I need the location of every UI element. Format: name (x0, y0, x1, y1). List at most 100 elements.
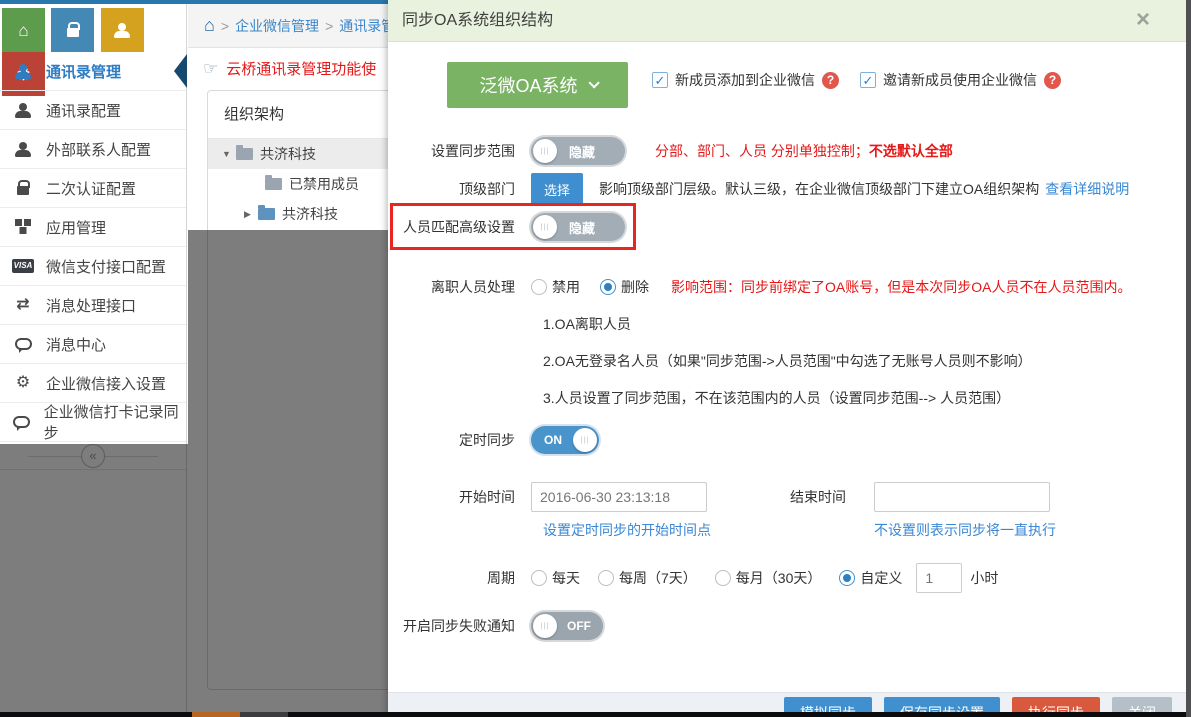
crumb-separator: > (325, 18, 333, 34)
sidebar-item-app-management[interactable]: 应用管理 (0, 208, 186, 247)
fail-notify-label: 开启同步失败通知 (388, 616, 515, 636)
toggle-label: 隐藏 (569, 218, 595, 237)
toggle-knob: ||| (533, 139, 557, 163)
start-time-hint-link[interactable]: 设置定时同步的开始时间点 (543, 520, 711, 540)
sidebar-item-external-contacts[interactable]: 外部联系人配置 (0, 130, 186, 169)
sidebar-item-label: 应用管理 (46, 217, 106, 238)
radio-custom[interactable] (839, 570, 855, 586)
radio-disable-label: 禁用 (552, 277, 580, 297)
home-icon[interactable]: ⌂ (204, 15, 215, 36)
radio-monthly[interactable] (715, 570, 731, 586)
chevron-down-icon (588, 77, 599, 88)
tree-node-root[interactable]: ▼ 共济科技 (208, 139, 400, 169)
end-time-label: 结束时间 (707, 487, 846, 507)
radio-weekly[interactable] (598, 570, 614, 586)
breadcrumb: ⌂ > 企业微信管理 > 通讯录管 (188, 4, 388, 48)
sidebar-item-message-interface[interactable]: ⇄ 消息处理接口 (0, 286, 186, 325)
notice-text[interactable]: 云桥通讯录管理功能使 (226, 58, 376, 79)
start-time-input[interactable] (531, 482, 707, 512)
tree-node-disabled-members[interactable]: 已禁用成员 (208, 169, 400, 199)
home-quick-button[interactable]: ⌂ (2, 8, 45, 52)
sidebar-item-label: 消息中心 (46, 334, 106, 355)
modal-title: 同步OA系统组织结构 (402, 12, 553, 29)
top-dept-select-button[interactable]: 选择 (531, 173, 583, 206)
member-match-row: 人员匹配高级设置 ||| 隐藏 (388, 212, 625, 242)
period-row: 周期 每天 每周（7天） 每月（30天） 自定义 小时 (388, 562, 998, 594)
sync-scope-label: 设置同步范围 (388, 141, 515, 161)
sidebar-item-label: 企业微信接入设置 (46, 373, 166, 394)
sidebar-item-label: 消息处理接口 (46, 295, 136, 316)
top-dept-desc: 影响顶级部门层级。默认三级，在企业微信顶级部门下建立OA组织架构 (599, 179, 1039, 199)
period-option-daily[interactable]: 每天 (531, 568, 580, 588)
period-option-monthly[interactable]: 每月（30天） (715, 568, 822, 588)
taskbar-highlighted-app[interactable] (192, 712, 240, 717)
tree-node-label: 已禁用成员 (289, 174, 359, 194)
custom-period-input[interactable] (916, 563, 962, 593)
sync-scope-row: 设置同步范围 ||| 隐藏 分部、部门、人员 分别单独控制；不选默认全部 (388, 136, 953, 166)
end-time-input[interactable] (874, 482, 1050, 512)
breadcrumb-link-contacts[interactable]: 通讯录管 (339, 16, 388, 36)
time-range-row: 开始时间 结束时间 (388, 481, 1050, 513)
oa-system-label: 泛微OA系统 (479, 72, 577, 98)
users-icon (112, 23, 132, 38)
caret-right-icon[interactable]: ▶ (244, 209, 256, 220)
sidebar-item-label: 通讯录管理 (46, 61, 121, 82)
radio-daily[interactable] (531, 570, 547, 586)
sidebar-item-second-auth[interactable]: 二次认证配置 (0, 169, 186, 208)
comment-icon (13, 416, 30, 428)
sidebar-item-label: 通讯录配置 (46, 100, 121, 121)
sidebar-item-wechat-access-settings[interactable]: ⚙ 企业微信接入设置 (0, 364, 186, 403)
radio-daily-label: 每天 (552, 568, 580, 588)
sidebar-item-punch-record-sync[interactable]: 企业微信打卡记录同步 (0, 403, 186, 442)
sidebar-item-label: 外部联系人配置 (46, 139, 151, 160)
close-icon[interactable]: × (1128, 0, 1158, 42)
lock-quick-button[interactable] (51, 8, 94, 52)
sync-scope-note: 分部、部门、人员 分别单独控制；不选默认全部 (655, 141, 953, 161)
tree-node-label: 共济科技 (282, 204, 338, 224)
period-option-custom[interactable]: 自定义 (839, 568, 902, 588)
radio-delete[interactable] (600, 279, 616, 295)
member-match-toggle[interactable]: ||| 隐藏 (531, 213, 625, 241)
period-option-weekly[interactable]: 每周（7天） (598, 568, 697, 588)
help-icon[interactable]: ? (822, 72, 839, 89)
crumb-separator: > (221, 18, 229, 34)
radio-disable[interactable] (531, 279, 547, 295)
resign-item-text: 1.OA离职人员 (543, 314, 631, 334)
invite-new-member-label: 邀请新成员使用企业微信 (883, 70, 1037, 90)
top-dept-row: 顶级部门 选择 影响顶级部门层级。默认三级，在企业微信顶级部门下建立OA组织架构… (388, 174, 1129, 204)
caret-down-icon[interactable]: ▼ (222, 149, 234, 159)
fail-notify-toggle[interactable]: ||| OFF (531, 612, 603, 640)
sidebar-item-contacts-config[interactable]: 通讯录配置 (0, 91, 186, 130)
timed-sync-row: 定时同步 ON ||| (388, 425, 599, 455)
taskbar-app[interactable] (240, 712, 288, 717)
help-icon[interactable]: ? (1044, 72, 1061, 89)
sidebar-item-contacts-management[interactable]: 通讯录管理 (0, 52, 186, 91)
add-new-member-checkbox-group: ✓ 新成员添加到企业微信 ? (652, 70, 839, 90)
sync-scope-toggle[interactable]: ||| 隐藏 (531, 137, 625, 165)
invite-new-member-checkbox[interactable]: ✓ (860, 72, 876, 88)
resign-item-1: 1.OA离职人员 (543, 314, 631, 334)
gear-icon: ⚙ (16, 375, 30, 391)
sync-scope-note-bold: 不选默认全部 (869, 143, 953, 159)
tree-node-child[interactable]: ▶ 共济科技 (208, 199, 400, 229)
add-new-member-checkbox[interactable]: ✓ (652, 72, 668, 88)
toggle-knob: ||| (533, 614, 557, 638)
sidebar-item-label: 微信支付接口配置 (46, 256, 166, 277)
end-time-hint-link[interactable]: 不设置则表示同步将一直执行 (874, 520, 1056, 540)
sidebar-item-message-center[interactable]: 消息中心 (0, 325, 186, 364)
breadcrumb-link-wechat-management[interactable]: 企业微信管理 (235, 16, 319, 36)
sidebar-item-wechat-pay[interactable]: VISA 微信支付接口配置 (0, 247, 186, 286)
timed-sync-toggle[interactable]: ON ||| (531, 426, 599, 454)
resign-handling-row: 离职人员处理 禁用 删除 影响范围：同步前绑定了OA账号，但是本次同步OA人员不… (388, 272, 1131, 302)
resign-delete-option[interactable]: 删除 (600, 277, 649, 297)
folder-icon (258, 208, 275, 220)
hand-pointer-icon: ☞ (203, 59, 218, 79)
resign-disable-option[interactable]: 禁用 (531, 277, 580, 297)
toggle-label: OFF (567, 619, 591, 633)
oa-system-dropdown-button[interactable]: 泛微OA系统 (447, 62, 628, 108)
sidebar-item-label: 二次认证配置 (46, 178, 136, 199)
top-dept-detail-link[interactable]: 查看详细说明 (1045, 179, 1129, 199)
person-icon (13, 142, 33, 157)
radio-delete-label: 删除 (621, 277, 649, 297)
users-quick-button[interactable] (101, 8, 144, 52)
